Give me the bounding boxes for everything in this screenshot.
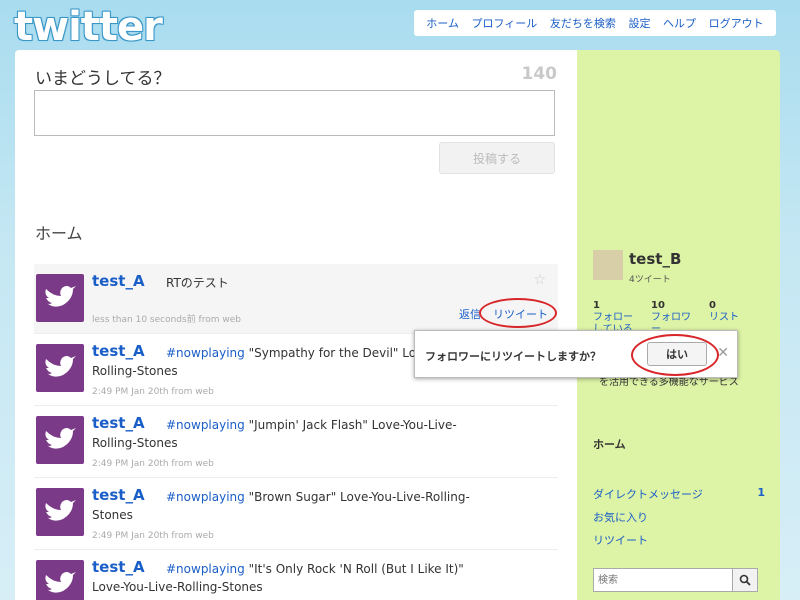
yes-highlight-circle [631,334,719,376]
reply-link[interactable]: 返信 [459,306,481,322]
bird-icon [45,286,76,307]
tweet-item[interactable]: test_A RTのテスト less than 10 seconds前 from… [34,264,558,334]
char-counter: 140 [521,64,558,84]
search-button[interactable] [733,568,758,592]
tweet-item[interactable]: test_A #nowplaying "It's Only Rock 'N Ro… [34,550,558,600]
sidebar-home[interactable]: ホーム [593,436,626,452]
search-icon [739,574,751,586]
tweet-item[interactable]: test_A #nowplaying "Jumpin' Jack Flash" … [34,406,558,478]
tweet-text: RTのテスト [166,276,229,290]
hashtag-link[interactable]: #nowplaying [166,418,245,432]
search-box [593,568,758,592]
nav-profile[interactable]: プロフィール [472,15,538,31]
avatar[interactable] [36,560,84,600]
tweet-meta: 2:49 PM Jan 20th from web [92,531,214,541]
sidebar-item-retweets[interactable]: リツイート [593,532,765,555]
nav-find-friends[interactable]: 友だちを検索 [550,15,616,31]
status-prompt: いまどうしてる？ [35,69,171,89]
tweet-text: #nowplaying "Jumpin' Jack Flash" Love-Yo… [92,418,457,450]
favorite-star-icon[interactable]: ☆ [533,272,546,288]
nav-logout[interactable]: ログアウト [709,15,764,31]
nav-help[interactable]: ヘルプ [663,15,696,31]
avatar[interactable] [36,416,84,464]
tweet-text: #nowplaying "It's Only Rock 'N Roll (But… [92,562,464,594]
top-nav: ホーム プロフィール 友だちを検索 設定 ヘルプ ログアウト [414,10,776,36]
tweet-text: #nowplaying "Brown Sugar" Love-You-Live-… [92,490,470,522]
retweet-confirm-dialog: フォロワーにリツイートしますか？ はい ✕ [414,330,738,378]
bird-icon [45,572,76,593]
avatar[interactable] [36,274,84,322]
tweet-meta: 2:49 PM Jan 20th from web [92,459,214,469]
bird-icon [45,500,76,521]
main-column: いまどうしてる？ 140 投稿する ホーム test_A RTのテスト less… [15,50,577,600]
avatar[interactable] [36,344,84,392]
tweet-input[interactable] [34,90,555,136]
search-input[interactable] [593,568,733,592]
bird-icon [45,356,76,377]
timeline-heading: ホーム [35,224,83,243]
sidebar: test_B 4ツイート 1フォローしている 10フォロワー 0リスト を活用で… [577,50,780,600]
post-button[interactable]: 投稿する [439,142,555,174]
retweet-highlight-circle [479,298,557,328]
sidebar-item-direct-messages[interactable]: ダイレクトメッセージ 1 [593,486,765,509]
tweet-meta: 2:49 PM Jan 20th from web [92,387,214,397]
avatar[interactable] [36,488,84,536]
twitter-logo[interactable]: twitter [14,4,163,50]
hashtag-link[interactable]: #nowplaying [166,346,245,360]
nav-settings[interactable]: 設定 [628,15,650,31]
profile-tweet-count: 4ツイート [629,275,671,285]
bird-icon [45,428,76,449]
profile-name[interactable]: test_B [629,250,681,268]
hashtag-link[interactable]: #nowplaying [166,562,245,576]
nav-home[interactable]: ホーム [426,15,459,31]
close-icon[interactable]: ✕ [717,345,729,361]
dialog-question: フォロワーにリツイートしますか？ [425,350,601,363]
sidebar-links: ダイレクトメッセージ 1 お気に入り リツイート [593,486,765,555]
hashtag-link[interactable]: #nowplaying [166,490,245,504]
tweet-meta: less than 10 seconds前 from web [92,315,241,325]
tweet-author[interactable]: test_A [92,272,145,290]
profile-avatar[interactable] [593,250,623,280]
timeline: test_A RTのテスト less than 10 seconds前 from… [34,264,558,600]
sidebar-item-favorites[interactable]: お気に入り [593,509,765,532]
tweet-item[interactable]: test_A #nowplaying "Brown Sugar" Love-Yo… [34,478,558,550]
